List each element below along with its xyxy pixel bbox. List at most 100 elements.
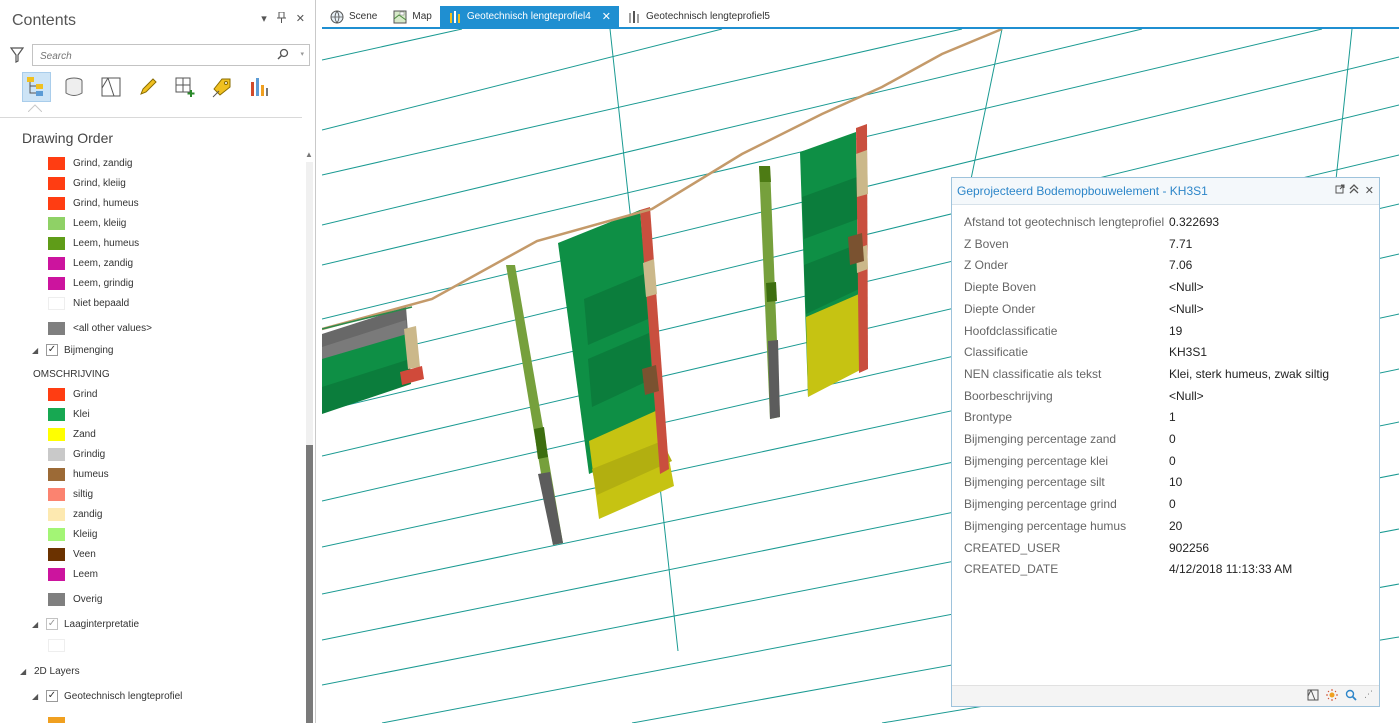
legend-item[interactable]: Niet bepaald	[0, 293, 129, 313]
legend-item[interactable]: Klei	[0, 404, 90, 424]
legend-swatch	[48, 507, 65, 521]
scroll-up-icon[interactable]: ▲	[305, 150, 313, 159]
legend-item[interactable]: Grindig	[0, 444, 105, 464]
popup-field-value: <Null>	[1169, 280, 1204, 295]
section-2d-layers[interactable]: ◢ 2D Layers	[20, 666, 80, 677]
close-tab-icon[interactable]: ✕	[602, 10, 611, 23]
select-feature-icon[interactable]	[1307, 689, 1319, 704]
collapse-triangle-icon[interactable]: ◢	[32, 346, 40, 355]
collapse-triangle-icon[interactable]: ◢	[32, 620, 40, 629]
collapse-icon[interactable]	[1349, 184, 1359, 197]
popup-field-value: 0	[1169, 432, 1176, 446]
legend-item[interactable]: <all other values>	[0, 318, 152, 338]
tab-label: Map	[412, 11, 432, 22]
layer-visibility-checkbox[interactable]: ✓	[46, 690, 58, 702]
list-by-charts-icon[interactable]	[244, 72, 273, 102]
legend-item[interactable]: humeus	[0, 464, 109, 484]
profile-wall-middle	[558, 207, 674, 519]
filter-icon[interactable]	[9, 47, 25, 66]
popup-field-name: Diepte Boven	[964, 280, 1037, 295]
legend-swatch	[48, 547, 65, 561]
search-icon[interactable]	[277, 48, 289, 63]
tab-scene[interactable]: Scene	[322, 6, 385, 27]
popup-field-name: Brontype	[964, 410, 1013, 425]
legend-swatch	[48, 592, 65, 606]
popup-field-value: 0	[1169, 497, 1176, 512]
pop-out-icon[interactable]	[1335, 184, 1345, 197]
legend-item[interactable]: Grind, zandig	[0, 153, 132, 173]
collapse-triangle-icon[interactable]: ◢	[20, 667, 28, 676]
legend-swatch	[48, 296, 65, 310]
tab-map[interactable]: Map	[385, 6, 439, 27]
list-by-data-source-icon[interactable]	[59, 72, 88, 102]
popup-field-value: 10	[1169, 475, 1183, 490]
legend-swatch	[48, 467, 65, 481]
legend-label: Overig	[73, 593, 103, 605]
legend-item[interactable]: Overig	[0, 589, 102, 609]
collapse-triangle-icon[interactable]: ◢	[32, 692, 40, 701]
legend-item[interactable]: Grind	[0, 384, 97, 404]
legend-swatch	[48, 487, 65, 501]
feature-popup[interactable]: Geprojecteerd Bodemopbouwelement - KH3S1…	[951, 177, 1380, 707]
legend-item[interactable]: Kleiig	[0, 524, 97, 544]
borehole-column-2	[759, 166, 780, 419]
legend-item[interactable]: siltig	[0, 484, 93, 504]
layer-visibility-checkbox[interactable]: ✓	[46, 344, 58, 356]
popup-field-value: KH3S1	[1169, 345, 1208, 360]
legend-item[interactable]: Grind, humeus	[0, 193, 139, 213]
legend-label: <all other values>	[73, 322, 152, 334]
popup-field-name: Afstand tot geotechnisch lengteprofiel	[964, 215, 1164, 229]
list-by-selection-icon[interactable]	[96, 72, 125, 102]
close-icon[interactable]: ✕	[296, 12, 305, 26]
popup-field-value: 1	[1169, 410, 1176, 425]
popup-field-value: 0.322693	[1169, 215, 1220, 229]
popup-field-name: Bijmenging percentage silt	[964, 475, 1105, 490]
tab-geotechnisch-lengteprofiel5[interactable]: Geotechnisch lengteprofiel5	[619, 6, 778, 27]
pane-controls: ▾ ✕	[261, 11, 305, 26]
tab-geotechnisch-lengteprofiel4[interactable]: Geotechnisch lengteprofiel4 ✕	[439, 6, 620, 27]
pane-menu-icon[interactable]: ▾	[261, 12, 267, 26]
layer-geotechnisch-lengteprofiel[interactable]: ◢ ✓ Geotechnisch lengteprofiel	[32, 690, 182, 702]
scroll-thumb[interactable]	[306, 445, 313, 723]
popup-field-value: 7.06	[1169, 258, 1193, 273]
legend-label: Veen	[73, 548, 96, 560]
legend-label: zandig	[73, 508, 103, 520]
legend-item[interactable]: Leem	[0, 564, 98, 584]
legend-item[interactable]: Leem, humeus	[0, 233, 139, 253]
search-input[interactable]	[38, 46, 272, 66]
search-dropdown-icon[interactable]: ▾	[300, 50, 304, 58]
legend-item[interactable]: Leem, kleiig	[0, 213, 126, 233]
legend-item[interactable]: Leem, grindig	[0, 273, 134, 293]
tab-label: Scene	[349, 11, 378, 22]
layer-name: Laaginterpretatie	[64, 618, 140, 630]
legend-item[interactable]: Veen	[0, 544, 96, 564]
layer-list: Grind, zandig Grind, kleiig Grind, humeus L…	[0, 150, 303, 723]
legend-item[interactable]: Grind, kleiig	[0, 173, 126, 193]
popup-resize-grip-icon[interactable]: ⋰	[1364, 689, 1373, 704]
contents-scrollbar[interactable]: ▲	[304, 150, 315, 723]
list-by-editing-icon[interactable]	[133, 72, 162, 102]
legend-swatch	[48, 427, 65, 441]
legend-label: Leem, humeus	[73, 237, 140, 249]
popup-field-value: 0	[1169, 453, 1176, 468]
popup-title: Geprojecteerd Bodemopbouwelement - KH3S1	[957, 184, 1208, 198]
search-box[interactable]: ▾	[32, 44, 310, 66]
zoom-to-feature-icon[interactable]	[1345, 689, 1357, 704]
pin-icon[interactable]	[276, 11, 286, 26]
popup-field-name: Bijmenging percentage grind	[964, 497, 1117, 512]
flash-feature-icon[interactable]	[1326, 689, 1338, 704]
layer-laaginterpretatie[interactable]: ◢ ✓ Laaginterpretatie	[32, 618, 139, 630]
close-popup-icon[interactable]: ✕	[1365, 184, 1374, 197]
list-by-snapping-icon[interactable]	[170, 72, 199, 102]
layer-visibility-checkbox[interactable]: ✓	[46, 618, 58, 630]
list-by-labeling-icon[interactable]	[207, 72, 236, 102]
list-by-drawing-order-icon[interactable]	[22, 72, 51, 102]
layer-bijmenging[interactable]: ◢ ✓ Bijmenging	[32, 344, 113, 356]
legend-item[interactable]: zandig	[0, 504, 102, 524]
legend-swatch	[48, 407, 65, 421]
contents-title: Contents	[12, 12, 77, 29]
legend-item[interactable]: Leem, zandig	[0, 253, 133, 273]
legend-item[interactable]: Zand	[0, 424, 96, 444]
field-header: OMSCHRIJVING	[33, 369, 110, 380]
legend-swatch	[48, 567, 65, 581]
